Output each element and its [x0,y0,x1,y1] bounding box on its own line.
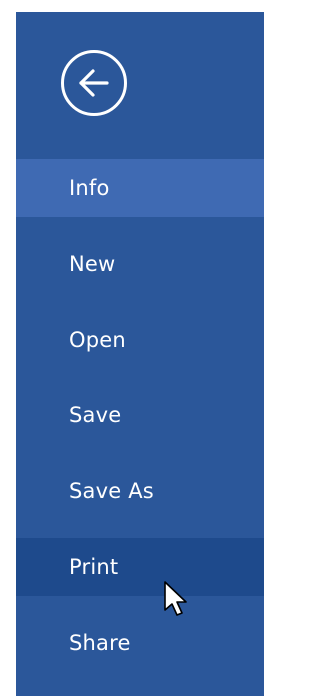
window-frame: Info New Open Save Save As Print Share [0,0,264,700]
back-arrow-circle-icon [79,69,109,97]
nav-item-new[interactable]: New [16,235,264,293]
nav-item-info[interactable]: Info [16,159,264,217]
backstage-navigation: Info New Open Save Save As Print Share [16,12,264,696]
nav-item-share[interactable]: Share [16,614,264,672]
nav-item-save-as[interactable]: Save As [16,462,264,520]
nav-item-open[interactable]: Open [16,311,264,369]
back-button[interactable] [61,50,127,116]
nav-item-save[interactable]: Save [16,386,264,444]
nav-item-print[interactable]: Print [16,538,264,596]
